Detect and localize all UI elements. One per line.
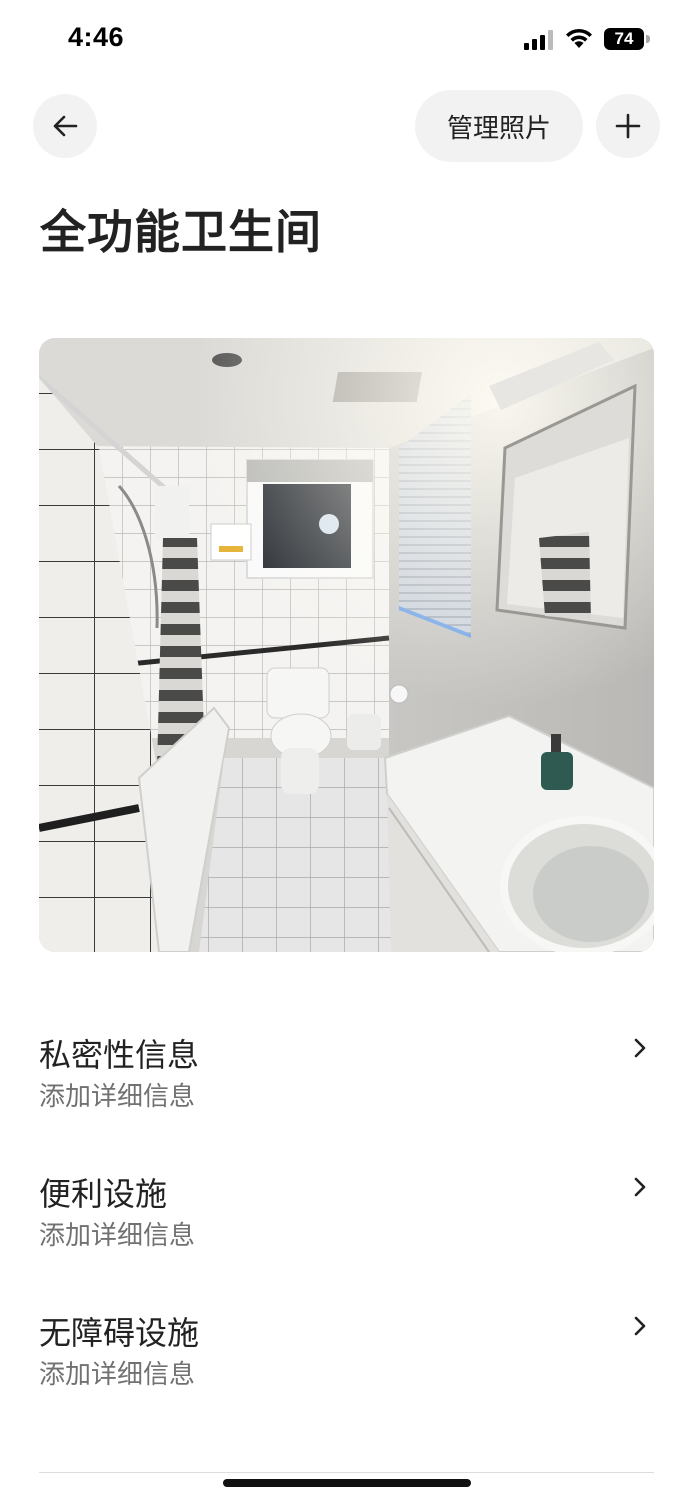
room-photo[interactable]	[39, 338, 654, 952]
divider	[39, 1472, 654, 1473]
home-indicator[interactable]	[223, 1479, 471, 1487]
battery-icon: 74	[604, 28, 650, 50]
row-subtitle: 添加详细信息	[39, 1082, 196, 1112]
wifi-icon	[566, 28, 592, 48]
plus-icon	[615, 113, 641, 139]
bathroom-photo-image	[39, 338, 654, 952]
amenities-row[interactable]: 便利设施 添加详细信息	[39, 1169, 654, 1279]
battery-level: 74	[604, 28, 644, 50]
chevron-right-icon	[634, 1038, 646, 1058]
arrow-left-icon	[53, 115, 78, 137]
privacy-info-row[interactable]: 私密性信息 添加详细信息	[39, 1030, 654, 1140]
chevron-right-icon	[634, 1177, 646, 1197]
add-photo-button[interactable]	[596, 94, 660, 158]
back-button[interactable]	[33, 94, 97, 158]
cellular-signal-icon	[524, 30, 553, 50]
page-title: 全功能卫生间	[40, 205, 322, 259]
chevron-right-icon	[634, 1316, 646, 1336]
row-title: 便利设施	[39, 1175, 168, 1213]
row-subtitle: 添加详细信息	[39, 1360, 196, 1390]
row-subtitle: 添加详细信息	[39, 1221, 196, 1251]
accessibility-row[interactable]: 无障碍设施 添加详细信息	[39, 1308, 654, 1418]
status-time: 4:46	[68, 22, 125, 52]
row-title: 无障碍设施	[39, 1314, 200, 1352]
manage-photos-button[interactable]: 管理照片	[415, 90, 583, 162]
status-bar: 4:46 74	[0, 0, 693, 78]
row-title: 私密性信息	[39, 1036, 200, 1074]
